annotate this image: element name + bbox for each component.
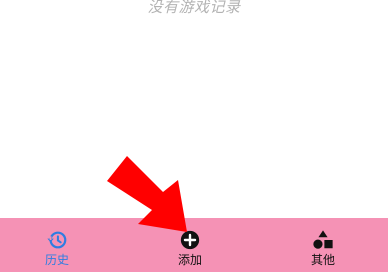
tab-other[interactable]: 其他 [288, 218, 358, 272]
tab-add[interactable]: 添加 [155, 218, 225, 272]
tab-add-label: 添加 [177, 253, 202, 267]
tab-history[interactable]: 历史 [22, 218, 92, 272]
tab-other-label: 其他 [310, 253, 335, 267]
add-circle-icon [180, 230, 200, 250]
empty-state-text: 没有游戏记录 [147, 0, 241, 16]
bottom-tab-bar: 历史 添加 其他 [0, 218, 388, 272]
shapes-icon [313, 230, 333, 249]
history-icon [47, 231, 67, 249]
tab-history-label: 历史 [44, 253, 69, 267]
